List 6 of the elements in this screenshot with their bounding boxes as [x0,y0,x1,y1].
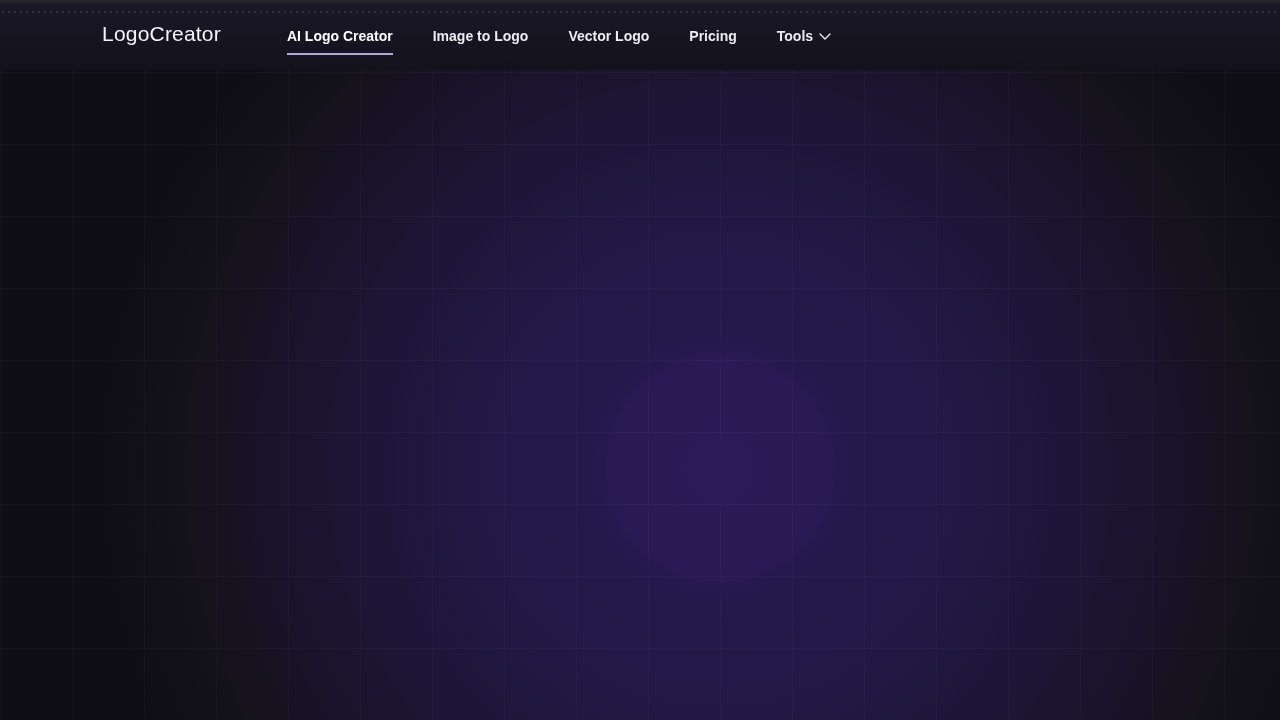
nav-link[interactable]: Pricing [689,17,737,55]
nav-link[interactable]: AI Logo Creator [286,17,393,55]
nav-link[interactable]: Vector Logo [568,17,650,55]
logo[interactable]: LogoCreator [102,22,221,46]
nav-link[interactable]: Image to Logo [432,17,529,55]
nav-link[interactable]: Tools [776,17,832,55]
